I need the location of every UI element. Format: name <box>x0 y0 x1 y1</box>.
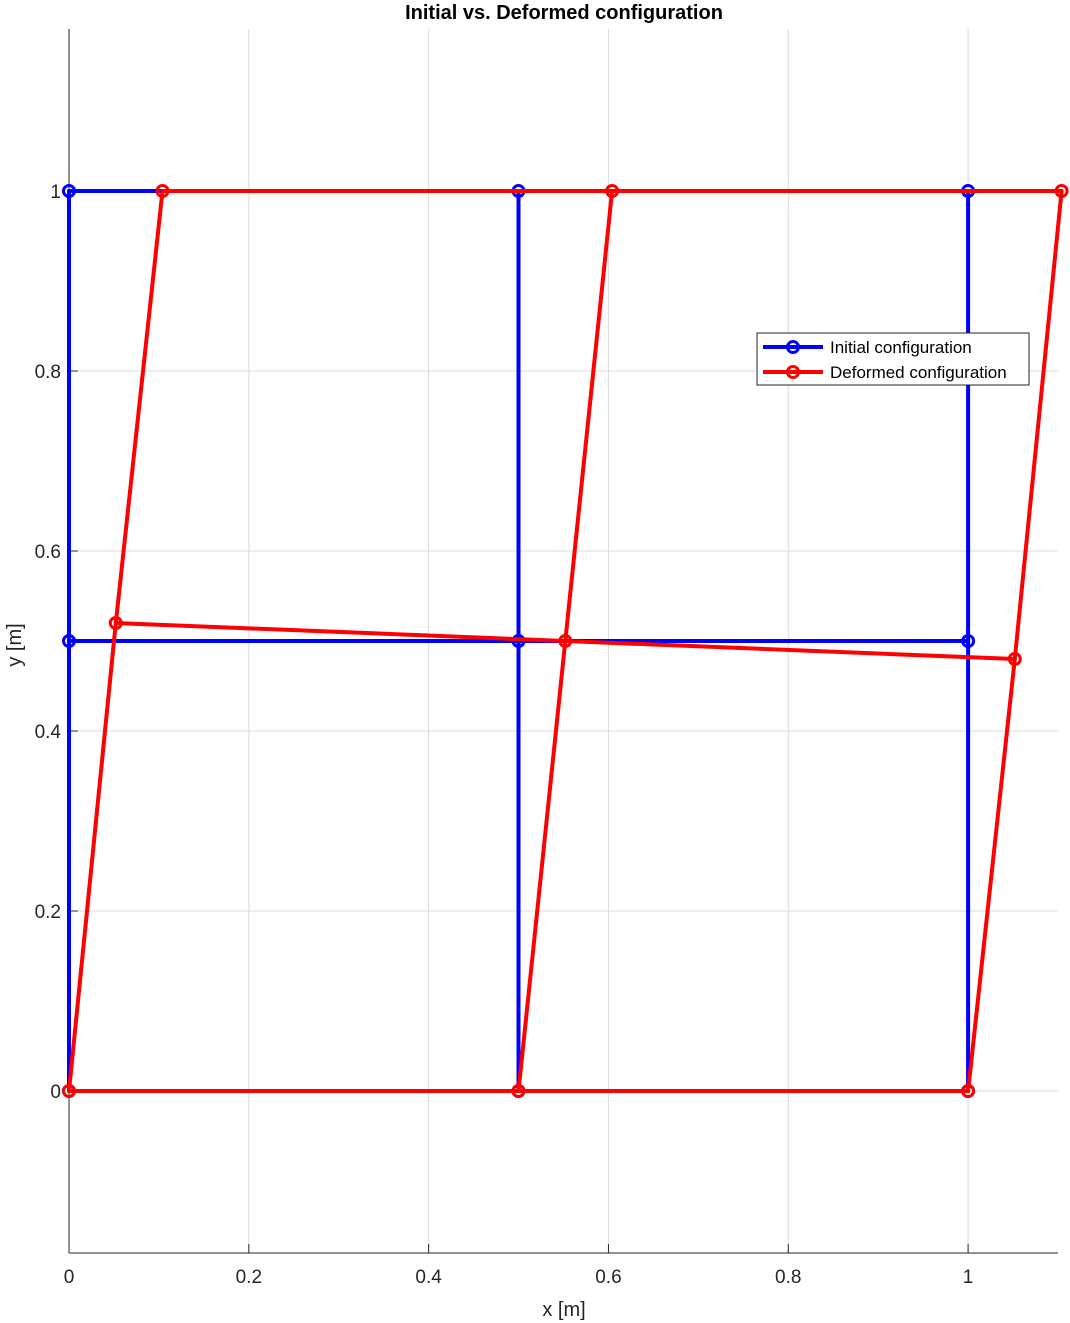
x-axis-label: x [m] <box>542 1299 585 1321</box>
chart: Initial vs. Deformed configuration 0 0.2 0… <box>0 0 1070 1323</box>
y-axis-label: y [m] <box>4 623 26 666</box>
x-tick-label-4: 0.8 <box>775 1267 801 1288</box>
y-tick-label-2: 0.4 <box>35 722 62 743</box>
x-tick-label-2: 0.4 <box>415 1267 442 1288</box>
x-tick-label-0: 0 <box>64 1267 75 1288</box>
legend-label-initial: Initial configuration <box>830 338 972 357</box>
x-tick-label-3: 0.6 <box>595 1267 621 1288</box>
y-tick-label-4: 0.8 <box>35 362 61 383</box>
chart-title: Initial vs. Deformed configuration <box>405 2 723 24</box>
legend-label-deformed: Deformed configuration <box>830 363 1007 382</box>
y-tick-label-3: 0.6 <box>35 542 61 563</box>
x-tick-label-5: 1 <box>963 1267 974 1288</box>
y-tick-label-0: 0 <box>50 1082 61 1103</box>
legend: Initial configuration Deformed configura… <box>756 332 1030 386</box>
y-tick-label-1: 0.2 <box>35 902 61 923</box>
x-tick-label-1: 0.2 <box>236 1267 262 1288</box>
y-tick-label-5: 1 <box>50 182 61 203</box>
